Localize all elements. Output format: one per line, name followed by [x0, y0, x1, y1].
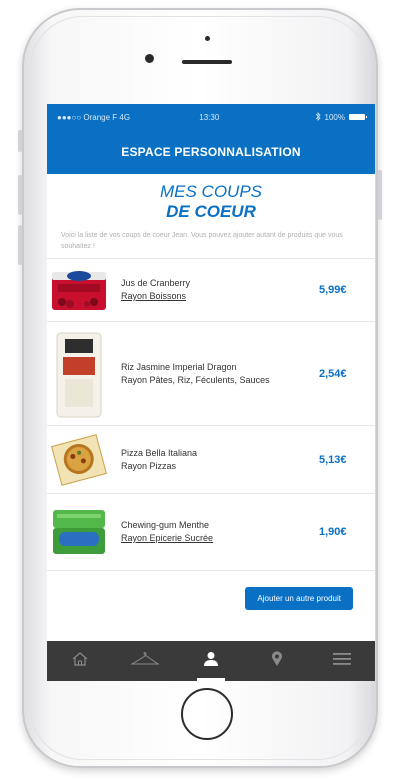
- home-icon: [72, 651, 88, 671]
- tab-hanger[interactable]: [125, 641, 165, 681]
- header-title: ESPACE PERSONNALISATION: [121, 145, 301, 159]
- cta-wrapper: Ajouter un autre produit: [47, 571, 375, 610]
- add-product-button[interactable]: Ajouter un autre produit: [245, 587, 353, 610]
- menu-icon: [333, 652, 352, 670]
- side-button-volume-down: [18, 225, 22, 265]
- cranberry-juice-image: [47, 266, 111, 314]
- intro-text: Voici la liste de vos coups de coeur Jea…: [61, 232, 343, 250]
- list-item[interactable]: Pizza Bella Italiana Rayon Pizzas 5,13€: [47, 426, 375, 494]
- tab-user[interactable]: [191, 641, 231, 681]
- battery-percent: 100%: [324, 112, 345, 122]
- title-line-2: DE COEUR: [166, 202, 256, 221]
- list-item[interactable]: Jus de Cranberry Rayon Boissons 5,99€: [47, 259, 375, 322]
- status-right: 100%: [315, 111, 367, 123]
- home-button[interactable]: [181, 688, 233, 740]
- favorites-list: Jus de Cranberry Rayon Boissons 5,99€ Ri…: [47, 258, 375, 571]
- tab-home[interactable]: [60, 641, 100, 681]
- side-button-mute: [18, 130, 22, 152]
- bluetooth-icon: [315, 111, 321, 123]
- product-info: Jus de Cranberry Rayon Boissons: [111, 277, 319, 303]
- side-button-volume-up: [18, 175, 22, 215]
- tab-bar: [47, 641, 375, 681]
- product-rayon: Rayon Pâtes, Riz, Féculents, Sauces: [121, 374, 270, 385]
- product-price: 1,90€: [319, 526, 347, 538]
- product-price: 2,54€: [319, 367, 347, 380]
- section-title: MES COUPS DE COEUR: [47, 182, 375, 222]
- product-price: 5,99€: [319, 284, 347, 296]
- hanger-icon: [130, 651, 160, 671]
- tab-menu[interactable]: [322, 641, 362, 681]
- product-name: Jus de Cranberry: [121, 278, 191, 288]
- status-bar: ●●●○○ Orange F 4G 13:30 100%: [47, 104, 375, 130]
- title-line-1: MES COUPS: [159, 182, 263, 201]
- carrier-label: ●●●○○ Orange F 4G: [57, 112, 131, 122]
- tab-location[interactable]: [257, 641, 297, 681]
- proximity-sensor: [205, 36, 210, 41]
- earpiece-speaker: [182, 60, 232, 64]
- product-name: Pizza Bella Italiana: [121, 447, 198, 458]
- product-info: Pizza Bella Italiana Rayon Pizzas: [111, 447, 319, 473]
- front-camera: [145, 54, 154, 63]
- list-item[interactable]: Chewing-gum Menthe Rayon Epicerie Sucrée…: [47, 494, 375, 571]
- product-name: Riz Jasmine Imperial Dragon: [121, 361, 237, 372]
- user-icon: [203, 651, 219, 672]
- list-item[interactable]: Riz Jasmine Imperial Dragon Rayon Pâtes,…: [47, 322, 375, 426]
- app-screen: ●●●○○ Orange F 4G 13:30 100% ESPACE PERS…: [47, 104, 375, 681]
- page-header: ESPACE PERSONNALISATION: [47, 130, 375, 174]
- product-name: Chewing-gum Menthe: [121, 520, 210, 530]
- pizza-box-image: [47, 432, 111, 488]
- battery-icon: [349, 114, 367, 120]
- chewing-gum-image: [47, 502, 111, 562]
- product-info: Riz Jasmine Imperial Dragon Rayon Pâtes,…: [111, 361, 319, 387]
- product-rayon-link[interactable]: Rayon Epicerie Sucrée: [121, 532, 319, 545]
- product-rayon: Rayon Pizzas: [121, 460, 177, 471]
- product-rayon-link[interactable]: Rayon Boissons: [121, 290, 319, 303]
- side-button-power: [378, 170, 382, 220]
- product-info: Chewing-gum Menthe Rayon Epicerie Sucrée: [111, 519, 319, 545]
- clock: 13:30: [199, 112, 220, 122]
- rice-bag-image: [47, 329, 111, 419]
- product-price: 5,13€: [319, 453, 347, 466]
- location-pin-icon: [271, 650, 283, 672]
